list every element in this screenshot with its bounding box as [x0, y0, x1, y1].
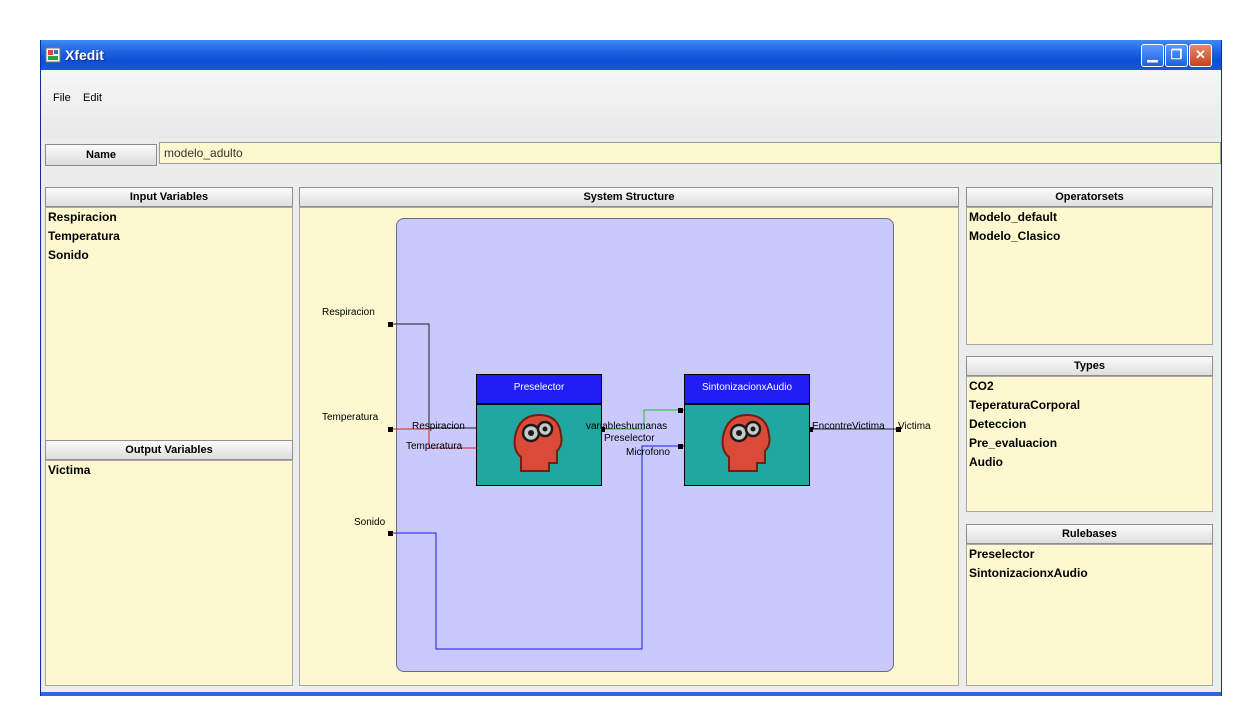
- port-label-temperatura: Temperatura: [406, 441, 463, 452]
- types-header[interactable]: Types: [966, 356, 1213, 376]
- list-item[interactable]: Modelo_Clasico: [967, 227, 1212, 246]
- system-input-respiracion: Respiracion: [322, 307, 375, 318]
- menu-file[interactable]: File: [53, 92, 71, 104]
- port: [388, 322, 393, 327]
- port: [678, 444, 683, 449]
- list-item[interactable]: CO2: [967, 377, 1212, 396]
- maximize-button[interactable]: ❐: [1165, 44, 1188, 67]
- minimize-button[interactable]: ▁: [1141, 44, 1164, 67]
- operatorsets-header[interactable]: Operatorsets: [966, 187, 1213, 207]
- port: [388, 427, 393, 432]
- brain-gear-icon: [721, 413, 771, 472]
- port-label-preselector: Preselector: [604, 433, 655, 444]
- port: [388, 531, 393, 536]
- module-preselector[interactable]: [476, 404, 602, 486]
- list-item[interactable]: Preselector: [967, 545, 1212, 564]
- name-button[interactable]: Name: [45, 144, 157, 166]
- types-list[interactable]: CO2 TeperaturaCorporal Deteccion Pre_eva…: [966, 376, 1213, 512]
- list-item[interactable]: Temperatura: [46, 227, 292, 246]
- list-item[interactable]: Audio: [967, 453, 1212, 472]
- menu-bar: File Edit: [41, 70, 1221, 138]
- system-structure-canvas[interactable]: Respiracion Temperatura Sonido Preselect…: [299, 207, 959, 686]
- list-item[interactable]: TeperaturaCorporal: [967, 396, 1212, 415]
- close-button[interactable]: ✕: [1189, 44, 1212, 67]
- output-variables-list[interactable]: Victima: [45, 460, 293, 686]
- wire-respiracion: [390, 323, 476, 429]
- name-field[interactable]: modelo_adulto: [159, 142, 1221, 164]
- module-preselector-title[interactable]: Preselector: [476, 374, 602, 404]
- system-structure-header[interactable]: System Structure: [299, 187, 959, 207]
- list-item[interactable]: Pre_evaluacion: [967, 434, 1212, 453]
- window-bottom-border: [41, 692, 1221, 696]
- port-label-respiracion: Respiracion: [412, 421, 465, 432]
- list-item[interactable]: Modelo_default: [967, 208, 1212, 227]
- menu-edit[interactable]: Edit: [83, 92, 102, 104]
- list-item[interactable]: Sonido: [46, 246, 292, 265]
- input-variables-header[interactable]: Input Variables: [45, 187, 293, 207]
- port-label-microfono: Microfono: [626, 447, 670, 458]
- list-item[interactable]: Deteccion: [967, 415, 1212, 434]
- xfedit-window: Xfedit ▁ ❐ ✕ File Edit Name modelo_adult…: [40, 40, 1222, 696]
- list-item[interactable]: Victima: [46, 461, 292, 480]
- port: [678, 408, 683, 413]
- window-title: Xfedit: [65, 47, 104, 63]
- app-icon: [45, 47, 61, 63]
- system-output-victima: Victima: [898, 421, 931, 432]
- port-label-variableshumanas: variableshumanas: [586, 421, 668, 432]
- operatorsets-list[interactable]: Modelo_default Modelo_Clasico: [966, 207, 1213, 345]
- input-variables-list[interactable]: Respiracion Temperatura Sonido: [45, 207, 293, 459]
- system-input-temperatura: Temperatura: [322, 412, 379, 423]
- module-sintonizacionxaudio[interactable]: [684, 404, 810, 486]
- module-sintonizacionxaudio-title[interactable]: SintonizacionxAudio: [684, 374, 810, 404]
- title-bar[interactable]: Xfedit ▁ ❐ ✕: [41, 40, 1221, 70]
- brain-gear-icon: [513, 413, 563, 472]
- restore-icon: ❐: [1170, 47, 1183, 62]
- close-icon: ✕: [1195, 47, 1206, 62]
- rulebases-header[interactable]: Rulebases: [966, 524, 1213, 544]
- list-item[interactable]: Respiracion: [46, 208, 292, 227]
- rulebases-list[interactable]: Preselector SintonizacionxAudio: [966, 544, 1213, 686]
- list-item[interactable]: SintonizacionxAudio: [967, 564, 1212, 583]
- minimize-icon: ▁: [1147, 47, 1158, 62]
- output-variables-header[interactable]: Output Variables: [45, 440, 293, 460]
- port-label-encontrevictima: EncontreVictima: [812, 421, 885, 432]
- system-input-sonido: Sonido: [354, 517, 386, 528]
